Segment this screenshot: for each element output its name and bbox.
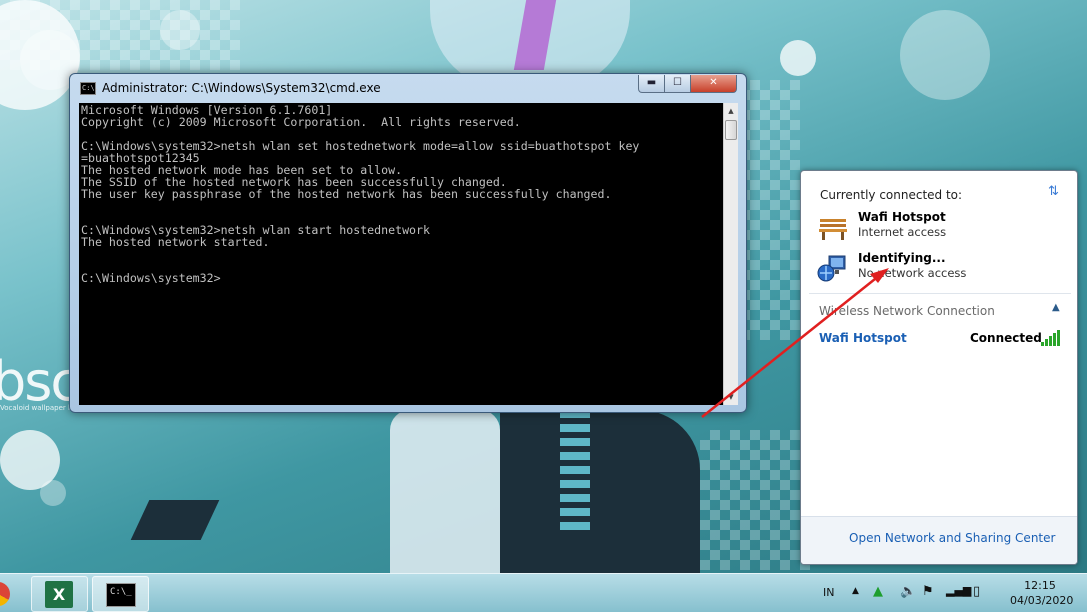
- clock-time: 12:15: [1024, 579, 1056, 592]
- signal-bar: [1053, 333, 1056, 346]
- signal-bar: [1045, 339, 1048, 346]
- scroll-down-arrow-icon[interactable]: ▼: [724, 389, 738, 405]
- cmd-window[interactable]: C:\. Administrator: C:\Windows\System32\…: [69, 73, 747, 413]
- connected-header: Currently connected to:: [820, 188, 963, 202]
- network-flyout: Currently connected to: ⇅ Wafi Hotspot I…: [800, 170, 1078, 565]
- wallpaper-circle: [780, 40, 816, 76]
- language-indicator[interactable]: IN: [823, 586, 834, 599]
- battery-icon[interactable]: ▯: [973, 584, 980, 599]
- minimize-button[interactable]: ▬: [638, 75, 665, 93]
- cmd-icon: C:\.: [80, 82, 99, 95]
- signal-bar: [1057, 330, 1060, 346]
- collapse-chevron-icon[interactable]: ▲: [1052, 302, 1060, 313]
- connection-status: Internet access: [858, 225, 947, 239]
- refresh-icon[interactable]: ⇅: [1048, 184, 1059, 199]
- taskbar: X C:\_ IN ▲ ▲ 🔈 ⚑ ▂▄▆ ▯ 12:15 04/03/2020: [0, 573, 1087, 612]
- cmd-icon: C:\_: [106, 583, 136, 607]
- taskbar-cmd-button[interactable]: C:\_: [92, 576, 149, 612]
- signal-strength-icon: [1041, 330, 1063, 346]
- wallpaper-figure: [130, 500, 220, 540]
- taskbar-chrome-button[interactable]: [0, 576, 12, 612]
- open-network-center-link[interactable]: Open Network and Sharing Center: [849, 531, 1055, 545]
- wifi-network-item[interactable]: Wafi Hotspot Connected: [809, 327, 1071, 351]
- wallpaper-caption: Vocaloid wallpaper l: [0, 404, 70, 412]
- wallpaper-circle: [900, 10, 990, 100]
- connection-item[interactable]: Wafi Hotspot Internet access: [809, 208, 1071, 246]
- window-title: Administrator: C:\Windows\System32\cmd.e…: [102, 81, 381, 95]
- wireless-section-title: Wireless Network Connection: [819, 304, 995, 318]
- wallpaper-circle: [40, 480, 66, 506]
- connection-status: No network access: [858, 266, 967, 280]
- connection-item[interactable]: Identifying... No network access: [809, 249, 1071, 287]
- connection-name: Identifying...: [858, 251, 946, 265]
- connection-name: Wafi Hotspot: [858, 210, 946, 224]
- console-area[interactable]: Microsoft Windows [Version 6.1.7601] Cop…: [79, 103, 723, 405]
- network-signal-icon[interactable]: ▂▄▆: [946, 584, 971, 597]
- bench-network-icon: [819, 219, 847, 240]
- clock[interactable]: 12:15 04/03/2020: [1010, 578, 1074, 608]
- clock-date: 04/03/2020: [1010, 594, 1074, 607]
- console-output: Microsoft Windows [Version 6.1.7601] Cop…: [81, 103, 640, 285]
- signal-bar: [1049, 336, 1052, 346]
- wifi-network-name: Wafi Hotspot: [819, 331, 907, 345]
- show-hidden-icons-icon[interactable]: ▲: [852, 586, 859, 596]
- unidentified-network-icon: [817, 255, 846, 282]
- wireless-section-header[interactable]: Wireless Network Connection ▲: [809, 293, 1071, 319]
- wallpaper-figure: [560, 410, 590, 530]
- taskbar-excel-button[interactable]: X: [31, 576, 88, 612]
- wallpaper-pattern: [0, 0, 240, 70]
- wallpaper-figure: [390, 410, 500, 573]
- excel-icon: X: [45, 581, 73, 608]
- maximize-button[interactable]: ☐: [664, 75, 691, 93]
- scroll-thumb[interactable]: [725, 120, 737, 140]
- close-button[interactable]: ✕: [690, 75, 737, 93]
- signal-bar: [1041, 342, 1044, 346]
- flyout-footer: Open Network and Sharing Center: [801, 516, 1077, 564]
- volume-icon[interactable]: 🔈: [900, 584, 916, 599]
- wallpaper-figure: [500, 410, 700, 573]
- action-center-flag-icon[interactable]: ⚑: [922, 584, 934, 599]
- scroll-up-arrow-icon[interactable]: ▲: [724, 103, 738, 119]
- wifi-connection-state: Connected: [970, 331, 1042, 345]
- chrome-icon: [0, 582, 10, 606]
- hotspot-tray-icon[interactable]: ▲: [873, 584, 883, 599]
- wallpaper-pattern: [700, 430, 810, 570]
- wallpaper-pattern: [740, 80, 800, 340]
- cmd-titlebar[interactable]: C:\. Administrator: C:\Windows\System32\…: [70, 74, 746, 102]
- vertical-scrollbar[interactable]: ▲ ▼: [723, 103, 738, 405]
